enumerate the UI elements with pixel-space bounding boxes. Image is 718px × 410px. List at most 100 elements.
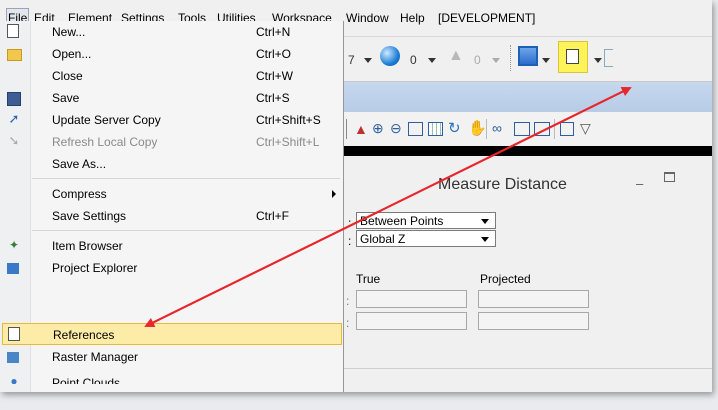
line-style-icon[interactable]: ▲	[448, 47, 466, 65]
menu-item-label: Raster Manager	[52, 350, 139, 364]
save-icon	[7, 92, 21, 106]
menu-item-point-clouds[interactable]: ● Point Clouds	[0, 368, 343, 384]
open-folder-icon	[7, 49, 22, 61]
menu-item-save-as[interactable]: Save As...	[0, 153, 343, 175]
level-value: 7	[348, 53, 355, 67]
method-select-arrow-icon	[481, 219, 489, 224]
maximize-icon[interactable]	[664, 172, 675, 182]
attributes-toolbar: 7 0 ▲ 0	[344, 37, 712, 82]
menu-item-new[interactable]: New... Ctrl+N	[0, 21, 343, 43]
axis-select[interactable]: Global Z	[356, 230, 496, 247]
menu-item-label: Compress	[52, 187, 107, 201]
menu-development[interactable]: [DEVELOPMENT]	[438, 11, 535, 25]
true-delta-field[interactable]	[356, 312, 467, 330]
view-next-icon[interactable]	[514, 122, 530, 136]
item-browser-icon: ✦	[8, 238, 20, 252]
toolbar-partial-icon[interactable]	[604, 49, 613, 67]
application-window: File Edit Element Settings Tools Utiliti…	[0, 0, 712, 392]
menu-separator	[32, 230, 340, 231]
submenu-arrow-icon	[332, 190, 336, 198]
project-explorer-icon	[7, 263, 19, 274]
axis-colon: :	[348, 234, 352, 248]
menu-item-references[interactable]: References	[2, 323, 342, 345]
toolbar-separator-3	[554, 119, 555, 139]
menu-item-open[interactable]: Open... Ctrl+O	[0, 43, 343, 65]
menu-help[interactable]: Help	[400, 11, 425, 25]
projected-delta-field[interactable]	[478, 312, 589, 330]
toolbar-grip	[346, 119, 347, 139]
upload-arrow-icon: ➚	[8, 111, 20, 126]
style-dropdown-icon[interactable]	[492, 58, 500, 63]
view-attributes-icon[interactable]	[560, 122, 574, 136]
menu-separator	[32, 178, 340, 179]
menu-item-label: Point Clouds	[52, 376, 121, 384]
references-dropdown-icon[interactable]	[594, 58, 602, 63]
menu-item-label: Update Server Copy	[52, 113, 161, 127]
color-dropdown-icon[interactable]	[428, 58, 436, 63]
new-file-icon	[7, 24, 19, 38]
references-toolbar-button[interactable]	[558, 41, 588, 73]
fit-view-icon[interactable]	[408, 122, 423, 136]
panel-bottom-divider	[344, 368, 712, 369]
minimize-icon[interactable]: –	[636, 176, 643, 191]
menu-item-raster-manager[interactable]: Raster Manager	[0, 346, 343, 368]
menu-item-shortcut: Ctrl+Shift+L	[256, 135, 320, 149]
panel-title: Measure Distance	[438, 176, 567, 193]
menu-item-save[interactable]: Save Ctrl+S	[0, 87, 343, 109]
menu-item-save-settings[interactable]: Save Settings Ctrl+F	[0, 205, 343, 227]
rotate-view-icon[interactable]: ↻	[448, 119, 461, 137]
menu-item-refresh-local-copy[interactable]: ➘ Refresh Local Copy Ctrl+Shift+L	[0, 131, 343, 153]
row2-colon: :	[346, 316, 350, 330]
toolbar-separator	[510, 45, 512, 71]
raster-manager-icon	[7, 352, 19, 363]
menu-item-close[interactable]: Close Ctrl+W	[0, 65, 343, 87]
pan-view-icon[interactable]: ✋	[468, 119, 487, 137]
menu-item-label: Save Settings	[52, 209, 127, 223]
zoom-out-icon[interactable]: ⊖	[390, 120, 402, 137]
menu-item-shortcut: Ctrl+S	[256, 91, 290, 105]
method-select[interactable]: Between Points	[356, 212, 496, 229]
view-dropdown-icon[interactable]	[542, 58, 550, 63]
menu-item-compress[interactable]: Compress	[0, 183, 343, 205]
projected-column-label: Projected	[480, 272, 531, 286]
view-border-bar	[344, 146, 712, 156]
menu-item-label: Open...	[52, 47, 92, 61]
menu-window[interactable]: Window	[346, 11, 389, 25]
tools-toolbar: ▲ ⊕ ⊖ ↻ ✋ ∞ ▽	[344, 112, 712, 146]
menu-item-label: Save As...	[52, 157, 107, 171]
partial-tool-icon[interactable]: ▽	[580, 120, 591, 137]
row1-colon: :	[346, 294, 350, 308]
menu-item-label: References	[53, 328, 115, 342]
axis-select-arrow-icon	[481, 237, 489, 242]
file-menu: New... Ctrl+N Open... Ctrl+O Close Ctrl+…	[0, 21, 344, 392]
menu-item-project-explorer[interactable]: Project Explorer	[0, 257, 343, 279]
toolbar-separator-2	[486, 119, 487, 139]
ribbon-strip	[344, 82, 712, 112]
color-value: 0	[410, 53, 417, 67]
menu-item-shortcut: Ctrl+N	[256, 25, 291, 39]
menu-item-item-browser[interactable]: ✦ Item Browser	[0, 235, 343, 257]
menu-item-label: Project Explorer	[52, 261, 138, 275]
axis-select-value: Global Z	[360, 232, 406, 246]
menu-item-label: Save	[52, 91, 80, 105]
menu-item-label: Item Browser	[52, 239, 123, 253]
references-toolbar-icon	[566, 49, 579, 64]
menu-item-shortcut: Ctrl+W	[256, 69, 293, 83]
level-dropdown-icon[interactable]	[364, 58, 372, 63]
color-sphere-icon[interactable]	[380, 46, 400, 66]
window-area-icon[interactable]	[428, 122, 443, 136]
menu-item-shortcut: Ctrl+F	[256, 209, 289, 223]
style-value: 0	[474, 53, 481, 67]
menu-item-label: New...	[52, 25, 86, 39]
copy-view-icon[interactable]	[534, 122, 550, 136]
element-info-icon[interactable]: ▲	[354, 121, 368, 137]
zoom-in-icon[interactable]: ⊕	[372, 120, 384, 137]
projected-distance-field[interactable]	[478, 290, 589, 308]
true-distance-field[interactable]	[356, 290, 467, 308]
view-cube-icon[interactable]	[518, 46, 538, 66]
view-previous-icon[interactable]: ∞	[492, 120, 502, 136]
menu-item-update-server-copy[interactable]: ➚ Update Server Copy Ctrl+Shift+S	[0, 109, 343, 131]
menu-item-label: Close	[52, 69, 83, 83]
true-column-label: True	[356, 272, 381, 286]
references-icon	[8, 327, 20, 341]
